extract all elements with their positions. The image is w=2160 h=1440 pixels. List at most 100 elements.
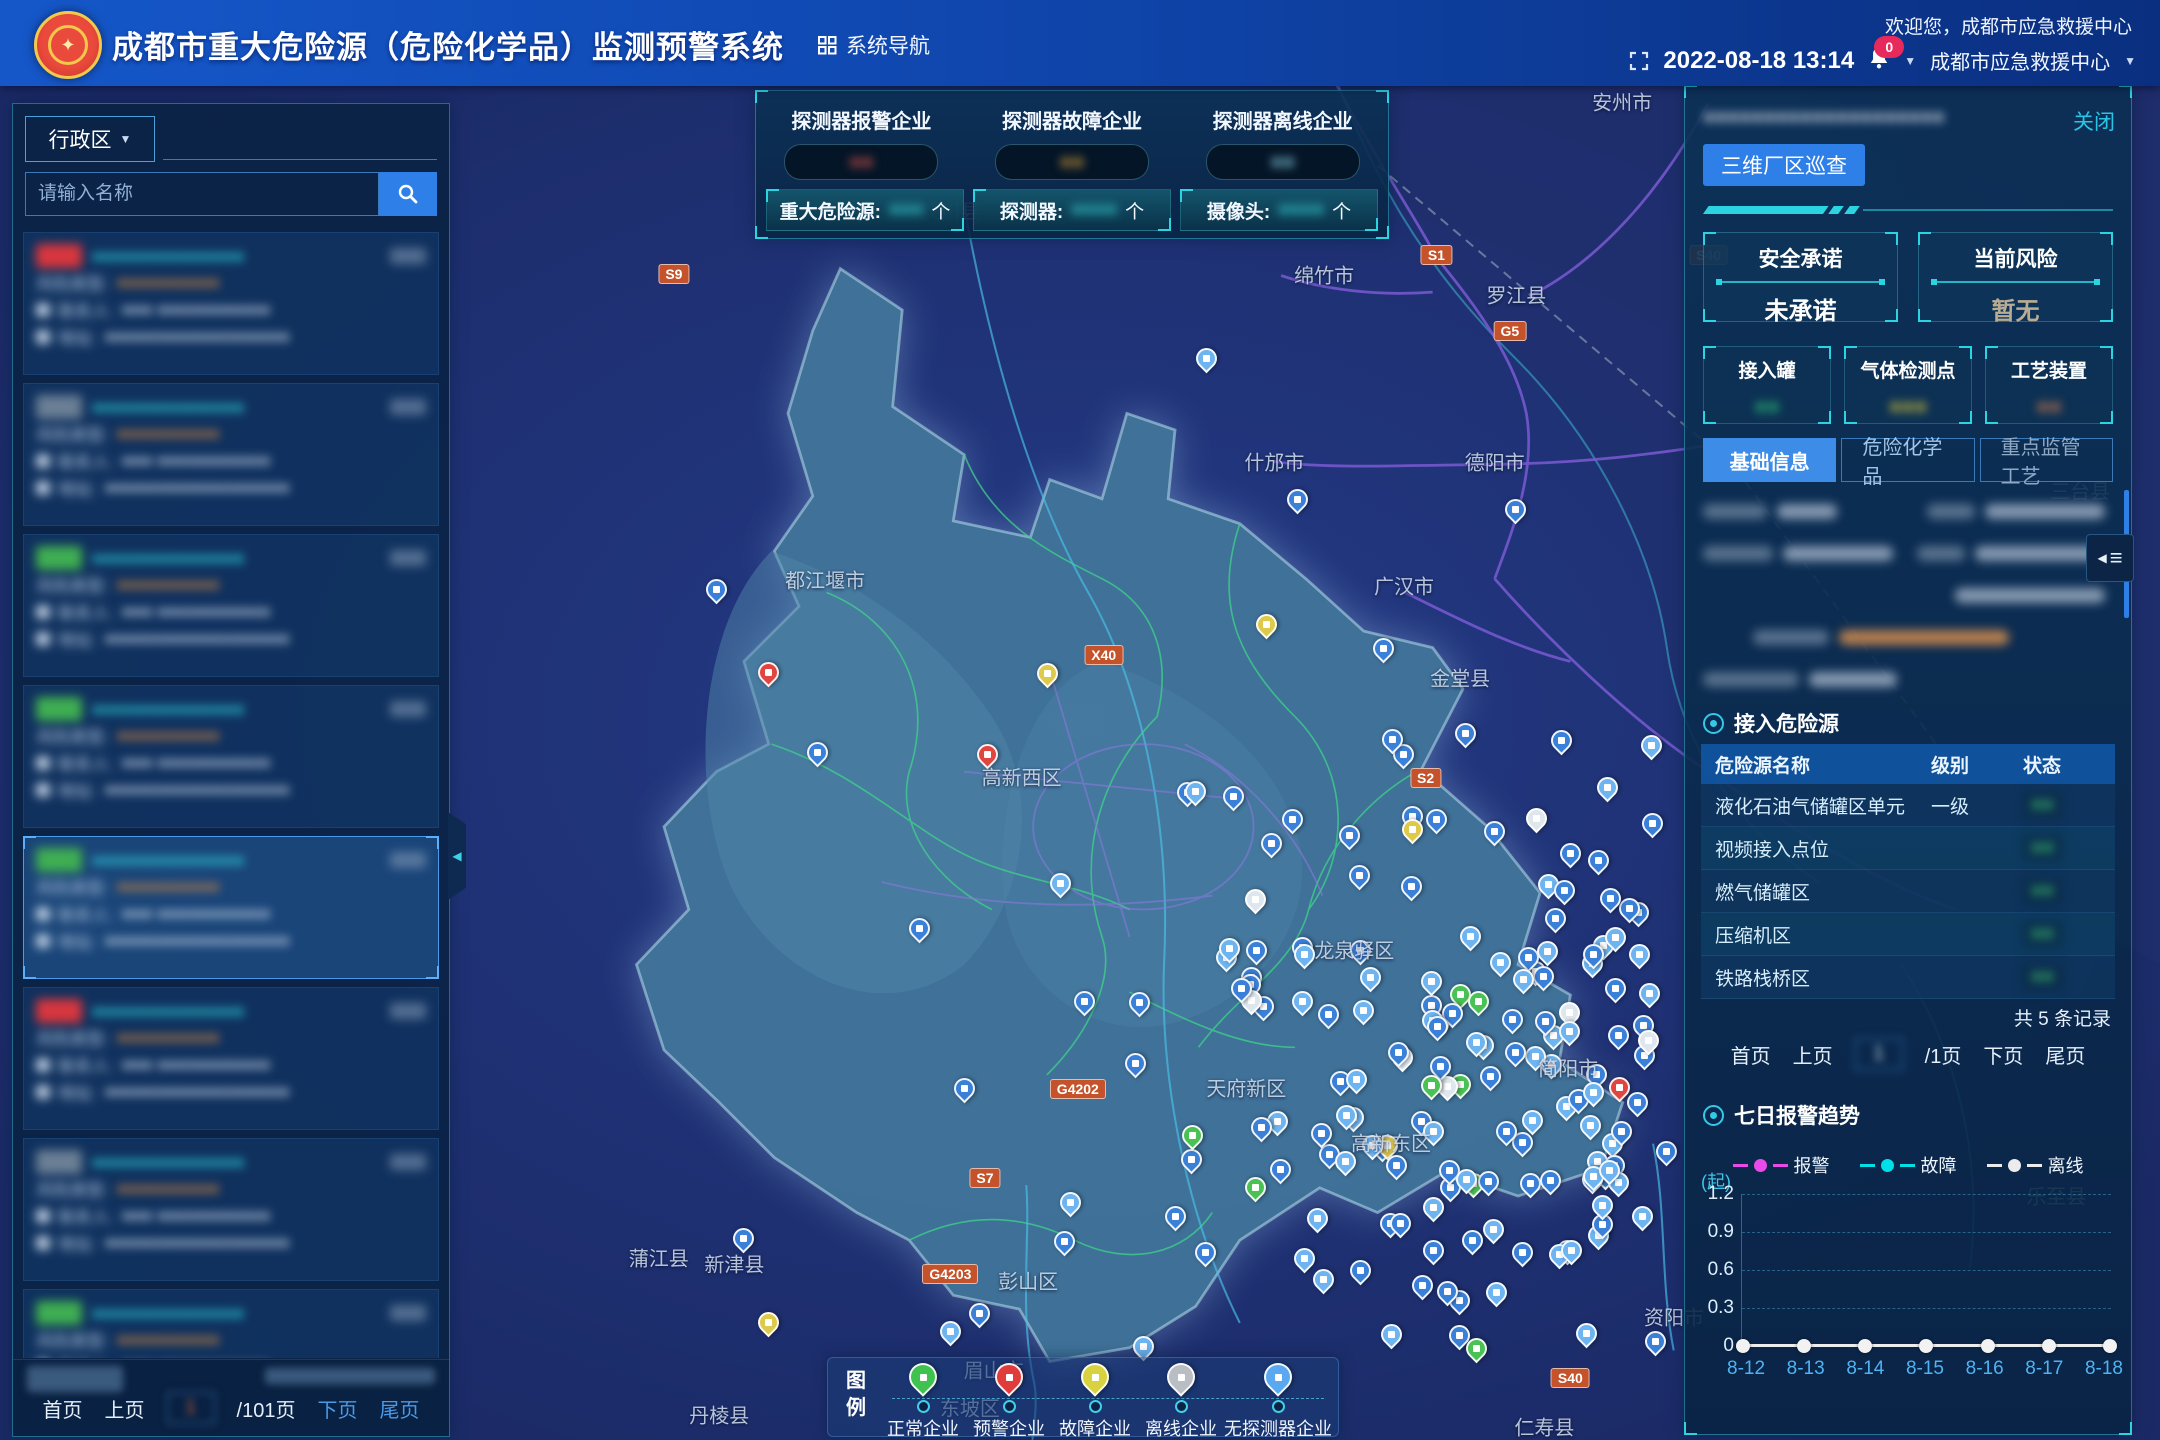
location-icon	[36, 632, 50, 646]
tab-key-supervised-process[interactable]: 重点监管工艺	[1980, 438, 2113, 482]
pagination-first[interactable]: 首页	[43, 1394, 83, 1423]
legend-item[interactable]: 故障企业	[1052, 1358, 1138, 1436]
company-name: ●●●●●●●●●●●●●●	[92, 850, 244, 871]
person-icon	[36, 605, 50, 619]
notification-bell-button[interactable]: 0	[1868, 46, 1890, 75]
person-icon	[36, 303, 50, 317]
trend-section-title: 七日报警趋势	[1703, 1100, 1860, 1130]
anchor-ring-icon	[1175, 1400, 1188, 1413]
corner-chip	[390, 248, 426, 264]
pagination-page-input[interactable]: 1	[167, 1392, 215, 1424]
pagination-last[interactable]: 尾页	[2045, 1040, 2085, 1069]
company-list-sidebar: 行政区▼ ●●●●●●●●●●●●●● 风险类型:●●●●●●●●●● 联系人:…	[12, 103, 450, 1437]
location-icon	[36, 481, 50, 495]
risk-value: 暂无	[1919, 291, 2112, 326]
close-panel-link[interactable]: 关闭	[2073, 106, 2115, 136]
company-card[interactable]: ●●●●●●●●●●●●●● 风险类型:●●●●●●●●●● 联系人:●●● ●…	[23, 836, 439, 979]
map-pin-icon	[1258, 1357, 1298, 1397]
legend-item[interactable]: 预警企业	[966, 1358, 1052, 1436]
pagination-last[interactable]: 尾页	[379, 1394, 419, 1423]
region-filter-value-field[interactable]	[163, 116, 437, 160]
company-name: ●●●●●●●●●●●●●●	[92, 548, 244, 569]
company-name: ●●●●●●●●●●●●●●	[92, 1152, 244, 1173]
legend-title: 图例	[844, 1368, 868, 1422]
sidebar-collapse-tab[interactable]: ◀	[448, 812, 466, 900]
hazard-table-row[interactable]: 压缩机区●●	[1701, 913, 2115, 956]
panel-collapse-button[interactable]: ◀≡	[2086, 534, 2134, 582]
location-icon	[36, 934, 50, 948]
status-tag	[36, 546, 82, 570]
trend-chart: 1.20.90.60.30	[1741, 1194, 2111, 1346]
legend-item[interactable]: 无探测器企业	[1224, 1358, 1332, 1436]
hazard-table-row[interactable]: 燃气储罐区●●	[1701, 870, 2115, 913]
safety-commitment-box: 安全承诺 未承诺	[1703, 232, 1898, 322]
grid-icon	[818, 36, 837, 55]
trend-legend-item[interactable]: 故障	[1860, 1152, 1957, 1178]
legend-item[interactable]: 正常企业	[880, 1358, 966, 1436]
pagination-next[interactable]: 下页	[317, 1394, 357, 1423]
stat-group-alarm: 探测器报警企业 ●●	[756, 105, 967, 180]
company-card[interactable]: ●●●●●●●●●●●●●● 风险类型:●●●●●●●●●● 联系人:●●● ●…	[23, 534, 439, 677]
pagination-total: /1页	[1925, 1040, 1962, 1069]
trend-legend-item[interactable]: 离线	[1987, 1152, 2084, 1178]
detector-stats-panel: 探测器报警企业 ●● 探测器故障企业 ●● 探测器离线企业 ●● 重大危险源: …	[755, 90, 1389, 239]
page-size-control[interactable]	[27, 1366, 123, 1392]
trend-legend-item[interactable]: 报警	[1733, 1152, 1830, 1178]
tab-hazardous-chemicals[interactable]: 危险化学品	[1841, 438, 1974, 482]
company-card[interactable]: ●●●●●●●●●●●●●● 风险类型:●●●●●●●●●● 联系人:●●● ●…	[23, 1138, 439, 1281]
company-name: ●●●●●●●●●●●●●●	[92, 1303, 244, 1324]
search-input[interactable]	[25, 172, 379, 216]
counter-cameras: 摄像头: ●●●● 个	[1180, 189, 1378, 231]
tab-basic-info[interactable]: 基础信息	[1703, 438, 1836, 482]
3d-plant-patrol-button[interactable]: 三维厂区巡查	[1703, 144, 1865, 186]
anchor-ring-icon	[1089, 1400, 1102, 1413]
gas-detector-counter-box: 气体检测点 ●●●	[1844, 346, 1972, 424]
user-menu[interactable]: 成都市应急救援中心	[1930, 46, 2110, 75]
location-icon	[36, 783, 50, 797]
status-tag	[36, 395, 82, 419]
hazard-record-count: 共 5 条记录	[2014, 1004, 2111, 1031]
pagination-page-input[interactable]: 1	[1855, 1038, 1903, 1070]
legend-items: 正常企业预警企业故障企业离线企业无探测器企业	[880, 1358, 1332, 1436]
notification-badge: 0	[1874, 36, 1904, 58]
status-tag	[36, 848, 82, 872]
pagination-prev[interactable]: 上页	[1793, 1040, 1833, 1069]
sidebar-pagination: 首页 上页 1 /101页 下页 尾页	[13, 1392, 449, 1424]
corner-chip	[390, 1154, 426, 1170]
chevron-down-icon: ▼	[120, 132, 132, 146]
region-filter-dropdown[interactable]: 行政区▼	[25, 116, 155, 162]
company-card[interactable]: ●●●●●●●●●●●●●● 风险类型:●●●●●●●●●● 联系人:●●● ●…	[23, 987, 439, 1130]
legend-item[interactable]: 离线企业	[1138, 1358, 1224, 1436]
company-card[interactable]: ●●●●●●●●●●●●●● 风险类型:●●●●●●●●●● 联系人:●●● ●…	[23, 685, 439, 828]
welcome-text: 欢迎您，成都市应急救援中心	[1885, 12, 2132, 39]
pagination-next[interactable]: 下页	[1983, 1040, 2023, 1069]
map-pin-icon	[1161, 1357, 1201, 1397]
company-card[interactable]: ●●●●●●●●●●●●●● 风险类型:●●●●●●●●●● 联系人:●●● ●…	[23, 232, 439, 375]
pagination-first[interactable]: 首页	[1731, 1040, 1771, 1069]
fullscreen-icon[interactable]	[1629, 51, 1649, 71]
emergency-management-logo: ✦	[34, 11, 102, 79]
hazard-table: 危险源名称 级别 状态 液化石油气储罐区单元一级●● 视频接入点位●● 燃气储罐…	[1701, 744, 2115, 999]
system-nav-button[interactable]: 系统导航	[818, 30, 930, 60]
pagination-prev[interactable]: 上页	[105, 1394, 145, 1423]
sidebar-footer: 首页 上页 1 /101页 下页 尾页	[13, 1359, 449, 1436]
company-card[interactable]: ●●●●●●●●●●●●●● 风险类型:●●●●●●●●●● 联系人:●●● ●…	[23, 383, 439, 526]
page-title: 成都市重大危险源（危险化学品）监测预警系统	[112, 22, 784, 67]
person-icon	[36, 756, 50, 770]
stat-value-alarm: ●●	[849, 151, 873, 174]
company-card[interactable]: ●●●●●●●●●●●●●● 风险类型:●●●●●●●●●● 联系人:●●● ●…	[23, 1289, 439, 1358]
process-device-counter-box: 工艺装置 ●●	[1985, 346, 2113, 424]
hazard-table-row[interactable]: 视频接入点位●●	[1701, 827, 2115, 870]
person-icon	[36, 1209, 50, 1223]
app-header: ✦ 成都市重大危险源（危险化学品）监测预警系统 系统导航 欢迎您，成都市应急救援…	[0, 0, 2160, 86]
hazard-table-row[interactable]: 液化石油气储罐区单元一级●●	[1701, 784, 2115, 827]
stat-group-offline: 探测器离线企业 ●●	[1177, 105, 1388, 180]
decorative-divider	[1703, 206, 2113, 214]
location-icon	[36, 1236, 50, 1250]
search-button[interactable]	[379, 172, 437, 216]
hazard-table-row[interactable]: 铁路栈桥区●●	[1701, 956, 2115, 999]
location-icon	[36, 1085, 50, 1099]
hazard-section-title: 接入危险源	[1703, 708, 1839, 738]
system-nav-label: 系统导航	[846, 30, 930, 60]
map-pin-icon	[903, 1357, 943, 1397]
